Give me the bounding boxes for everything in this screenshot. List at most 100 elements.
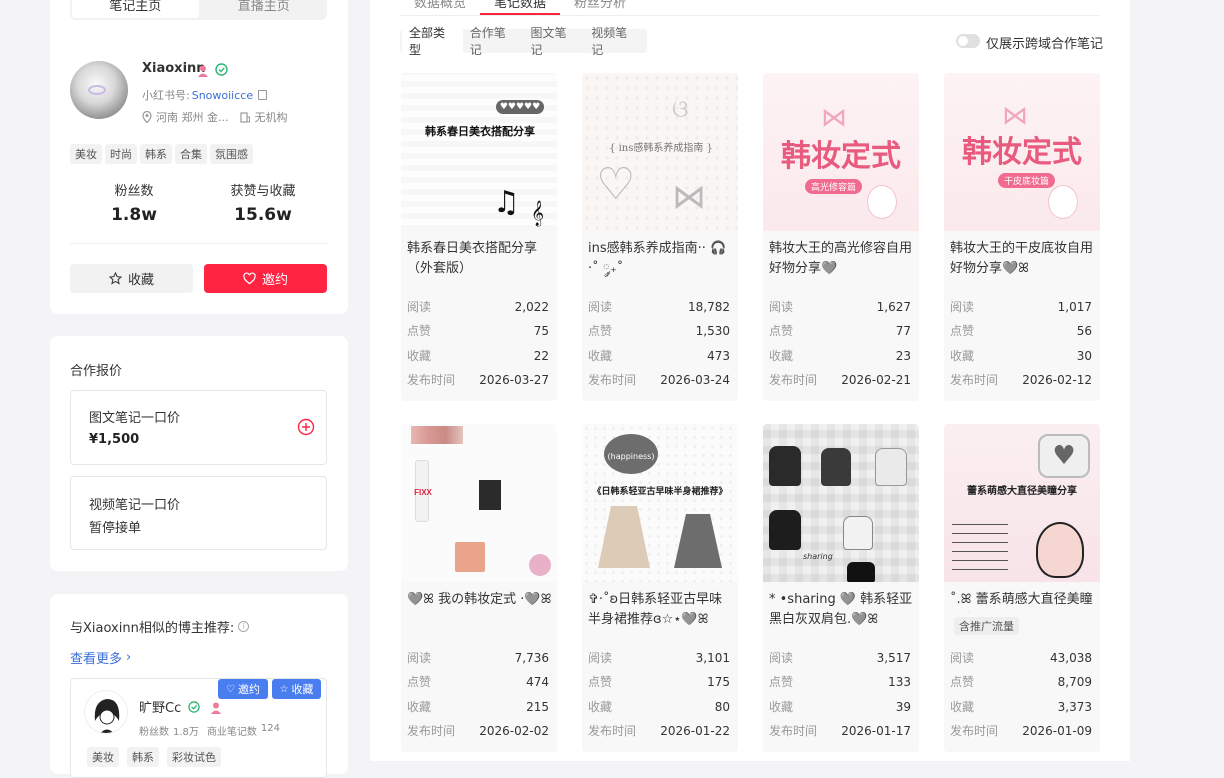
reads-value: 1,017 (1057, 300, 1092, 314)
add-circle-icon[interactable] (297, 418, 315, 436)
note-title[interactable]: ˚.ꕤ 蕾系萌感大直径美瞳分享... (950, 590, 1096, 612)
stat-label: 收藏 (588, 699, 613, 714)
likes-value: 77 (895, 324, 911, 339)
blogger-fav-button[interactable]: ☆ 收藏 (272, 679, 321, 699)
note-title[interactable]: * •sharing 🩶 韩系轻亚黑白灰双肩包.🩶ꕤ (769, 590, 915, 632)
favorite-button[interactable]: 收藏 (70, 264, 193, 293)
likes-value: 175 (707, 675, 730, 690)
image-note-label: 图文笔记一口价 (89, 411, 181, 426)
tab-note-data[interactable]: 笔记数据 (480, 0, 560, 15)
favs-value: 30 (1076, 348, 1092, 363)
favs-value: 473 (707, 348, 730, 363)
note-card[interactable]: ♫ 𝄞 ♥♥♥♥♥ 韩系春日美衣搭配分享 韩系春日美衣搭配分享（外套版） 阅读 2… (401, 73, 557, 401)
avatar[interactable] (70, 61, 128, 119)
filter-all[interactable]: 全部类型 (402, 22, 463, 60)
note-cover[interactable]: 韩妆定式 高光修容篇 ⋈ (763, 73, 919, 231)
stat-label: 发布时间 (588, 723, 637, 738)
stat-label: 点赞 (950, 675, 975, 690)
note-card[interactable]: 韩妆定式 干皮底妆篇 ⋈ 韩妆大王的干皮底妆自用好物分享🩶ꕤ 阅读 1,017 点… (944, 73, 1100, 401)
cover-text: 《日韩系轻亚古早味半身裙推荐》 (592, 487, 728, 497)
tab-fans-analysis[interactable]: 粉丝分析 (560, 0, 640, 15)
note-card[interactable]: { ins感韩系养成指南 } ♡ ⋈ ଓ ins感韩系养成指南·· 🎧 ·˚ ༘… (582, 73, 738, 401)
blogger-tags: 美妆 韩系 彩妆试色 (87, 747, 221, 767)
copy-icon[interactable] (258, 90, 268, 100)
bow-icon: ⋈ (1002, 101, 1028, 131)
likes-value: 1,530 (695, 324, 730, 339)
note-card[interactable]: ♥ 蕾系萌感大直径美瞳分享 ˚.ꕤ 蕾系萌感大直径美瞳分享... 含推广流量 阅… (944, 424, 1100, 752)
tab-overview[interactable]: 数据概览 (400, 0, 480, 15)
divider (70, 243, 327, 244)
see-more-link[interactable]: 查看更多 › (70, 648, 131, 667)
tab-live-home[interactable]: 直播主页 (201, 0, 328, 20)
stat-label: 收藏 (950, 699, 975, 714)
tab-note-home[interactable]: 笔记主页 (72, 0, 199, 18)
cover-text: { ins感韩系养成指南 } (609, 143, 713, 154)
stat-label: 点赞 (588, 324, 613, 339)
filter-coop[interactable]: 合作笔记 (463, 22, 524, 60)
note-title[interactable]: 🩶ꕤ 我の韩妆定式 ·🩶ꕤ (407, 590, 553, 632)
note-cover[interactable]: 韩妆定式 干皮底妆篇 ⋈ (944, 73, 1100, 231)
stat-label: 收藏 (769, 348, 794, 363)
stat-label: 发布时间 (769, 372, 818, 387)
favs-value: 3,373 (1057, 699, 1092, 714)
stat-label: 收藏 (407, 348, 432, 363)
note-card[interactable]: 韩妆定式 高光修容篇 ⋈ 韩妆大王的高光修容自用好物分享🩶 阅读 1,627 点赞… (763, 73, 919, 401)
toggle-label: 仅展示跨域合作笔记 (986, 37, 1104, 52)
reads-value: 3,101 (695, 651, 730, 665)
note-title[interactable]: ins感韩系养成指南·· 🎧 ·˚ ༘₊˚ (588, 239, 734, 281)
blogger-name[interactable]: 旷野Cc (139, 697, 181, 716)
likes-value: 75 (533, 324, 549, 339)
note-title[interactable]: 韩系春日美衣搭配分享（外套版） (407, 239, 553, 281)
note-cover[interactable]: ♥ 蕾系萌感大直径美瞳分享 (944, 424, 1100, 582)
note-cover[interactable]: FIXX (401, 424, 557, 582)
blogger-avatar[interactable] (84, 690, 128, 734)
fans-value: 1.8w (111, 205, 157, 225)
blogger-invite-label: 邀约 (237, 683, 260, 696)
home-tabs: 笔记主页 直播主页 (70, 0, 327, 20)
blush-image (529, 554, 551, 576)
stat-label: 点赞 (769, 675, 794, 690)
note-title[interactable]: 韩妆大王的干皮底妆自用好物分享🩶ꕤ (950, 239, 1096, 281)
data-tabs: 数据概览 笔记数据 粉丝分析 (400, 0, 640, 15)
powder-image (455, 542, 485, 572)
note-cover[interactable]: (happiness) 《日韩系轻亚古早味半身裙推荐》 (582, 424, 738, 582)
star-icon: ☆ (279, 683, 289, 695)
blogger-fav-label: 收藏 (291, 683, 314, 696)
bag-image (843, 516, 873, 550)
skirt-image-beige (598, 506, 650, 568)
pricing-title: 合作报价 (70, 364, 123, 379)
clef-icon: 𝄞 (531, 201, 545, 226)
bag-image (847, 562, 875, 582)
building-icon (240, 111, 251, 123)
cover-subtitle: 干皮底妆篇 (998, 173, 1056, 188)
filter-video[interactable]: 视频笔记 (584, 22, 645, 60)
character-image (1036, 522, 1084, 578)
note-title[interactable]: ✞·˚ʚ日韩系轻亚古早味半身裙推荐ɞ☆⋆🩶ꕤ (588, 590, 734, 632)
likes-value: 133 (888, 675, 911, 690)
blogger-tag: 彩妆试色 (167, 747, 221, 767)
note-card[interactable]: FIXX 🩶ꕤ 我の韩妆定式 ·🩶ꕤ 阅读 7,736 点赞 474 收藏 215 发… (401, 424, 557, 752)
info-icon[interactable]: i (238, 621, 250, 632)
note-cover[interactable]: { ins感韩系养成指南 } ♡ ⋈ ଓ (582, 73, 738, 231)
reads-value: 18,782 (688, 300, 730, 314)
likes-value: 474 (526, 675, 549, 690)
stat-label: 阅读 (769, 651, 794, 665)
note-card[interactable]: (happiness) 《日韩系轻亚古早味半身裙推荐》 ✞·˚ʚ日韩系轻亚古早味… (582, 424, 738, 752)
note-card[interactable]: sharing * •sharing 🩶 韩系轻亚黑白灰双肩包.🩶ꕤ 阅读 3,5… (763, 424, 919, 752)
stat-label: 收藏 (950, 348, 975, 363)
blogger-biz-label: 商业笔记数 (206, 727, 257, 738)
note-cover[interactable]: ♫ 𝄞 ♥♥♥♥♥ 韩系春日美衣搭配分享 (401, 73, 557, 231)
location-text: 河南 郑州 金... (156, 111, 229, 124)
invite-button[interactable]: 邀约 (204, 264, 327, 293)
note-cover[interactable]: sharing (763, 424, 919, 582)
id-value[interactable]: Snowoiicce (192, 89, 253, 102)
note-title[interactable]: 韩妆大王的高光修容自用好物分享🩶 (769, 239, 915, 281)
blogger-invite-button[interactable]: ♡ 邀约 (218, 679, 268, 699)
date-value: 2026-03-24 (660, 372, 730, 387)
cross-domain-toggle[interactable] (956, 34, 980, 48)
profile-tag: 氛围感 (210, 144, 253, 164)
note-stats: 阅读 1,627 点赞 77 收藏 23 发布时间 2026-02-21 (769, 295, 911, 392)
filter-image[interactable]: 图文笔记 (524, 22, 585, 60)
profile-tag: 韩系 (140, 144, 172, 164)
favorite-label: 收藏 (127, 273, 154, 288)
